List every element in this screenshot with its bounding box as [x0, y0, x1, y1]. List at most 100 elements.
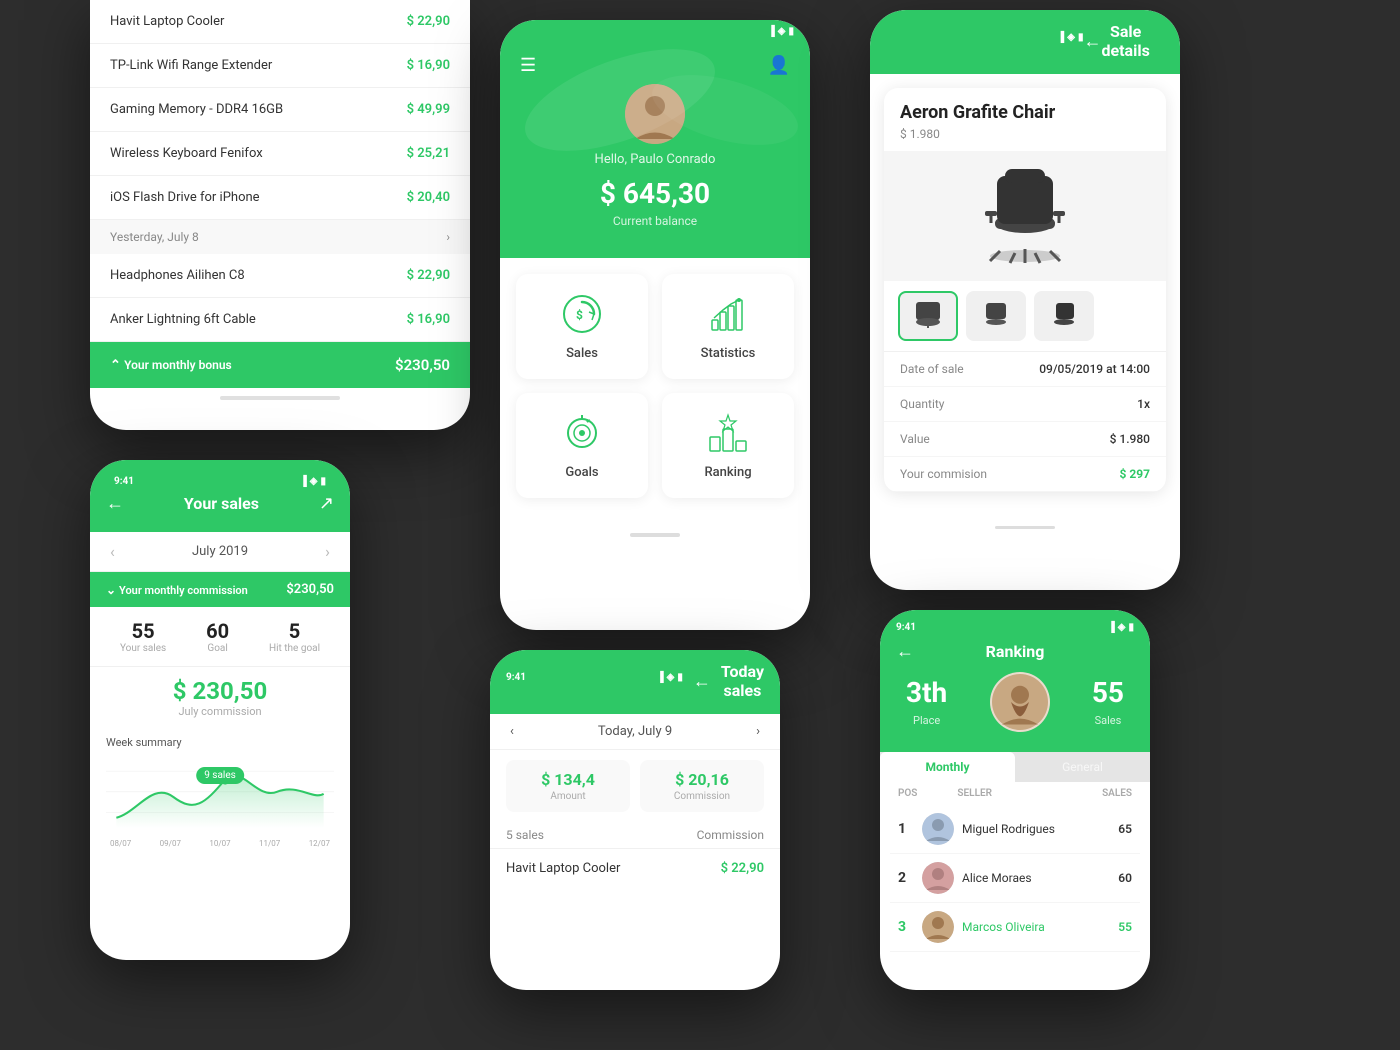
- big-commission: $ 230,50 July commission: [90, 667, 350, 728]
- scroll-indicator: [220, 396, 340, 400]
- menu-button[interactable]: ☰: [520, 55, 536, 76]
- back-button[interactable]: ←: [106, 493, 124, 514]
- phone-your-sales: 9:41 ▐ ◈ ▮ ← Your sales ↗ ‹ July 2019 › …: [90, 460, 350, 960]
- product-price: $ 22,90: [721, 861, 764, 876]
- list-item[interactable]: TP-Link Wifi Range Extender $ 16,90: [90, 44, 470, 88]
- menu-goals[interactable]: Goals: [516, 393, 648, 498]
- rank-place: 3th Place: [906, 676, 947, 728]
- screen-title: Sale details: [1101, 22, 1149, 60]
- tab-monthly[interactable]: Monthly: [880, 752, 1015, 782]
- seller-avatar: [922, 911, 954, 943]
- back-button[interactable]: ←: [693, 671, 711, 692]
- detail-label: Quantity: [900, 397, 944, 411]
- back-button[interactable]: ←: [1083, 31, 1101, 52]
- prev-month-button[interactable]: ‹: [110, 542, 115, 561]
- chevron-up-icon: ⌃ Your monthly bonus: [110, 358, 232, 373]
- greeting-text: Hello, Paulo Conrado: [500, 152, 810, 167]
- week-summary-label: Week summary: [106, 736, 334, 749]
- tab-general[interactable]: General: [1015, 752, 1150, 782]
- product-price: $ 16,90: [407, 58, 450, 73]
- signal-icon: ▐: [1057, 32, 1064, 43]
- thumbnail-3[interactable]: [1034, 291, 1094, 341]
- prev-day-button[interactable]: ‹: [510, 724, 514, 739]
- goal-number: 60: [206, 619, 229, 643]
- menu-sales[interactable]: $ Sales: [516, 274, 648, 379]
- user-profile-button[interactable]: 👤: [768, 55, 790, 76]
- user-avatar: [990, 672, 1050, 732]
- list-item[interactable]: Wireless Keyboard Fenifox $ 25,21: [90, 132, 470, 176]
- product-name: TP-Link Wifi Range Extender: [110, 58, 272, 73]
- place-label: Place: [913, 714, 940, 727]
- product-name: Headphones Ailihen C8: [110, 268, 245, 283]
- signal-icon: ▐: [1108, 622, 1115, 633]
- list-item[interactable]: Gaming Memory - DDR4 16GB $ 49,99: [90, 88, 470, 132]
- ranking-label: Ranking: [672, 465, 784, 480]
- goal-label: Goal: [206, 643, 229, 654]
- col-pos: POS: [898, 788, 917, 799]
- wifi-icon: ◈: [1067, 32, 1075, 43]
- seller-sales: 60: [1118, 871, 1132, 885]
- col-sales: SALES: [1102, 788, 1132, 799]
- thumbnail-2[interactable]: [966, 291, 1026, 341]
- product-name: Havit Laptop Cooler: [506, 861, 620, 876]
- product-list-item[interactable]: Havit Laptop Cooler $ 22,90: [490, 848, 780, 888]
- signal-icon: ▐: [300, 476, 307, 487]
- screen-title: Ranking: [914, 642, 1116, 661]
- table-row-highlighted[interactable]: 3 Marcos Oliveira 55: [890, 903, 1140, 952]
- phone-list: Havit Laptop Cooler $ 22,90 TP-Link Wifi…: [90, 0, 470, 430]
- wifi-icon: ◈: [778, 26, 786, 37]
- list-item[interactable]: Anker Lightning 6ft Cable $ 16,90: [90, 298, 470, 342]
- amount-stat: $ 134,4 Amount: [506, 760, 630, 812]
- product-price: $ 22,90: [407, 14, 450, 29]
- date-header[interactable]: Yesterday, July 8 ›: [90, 220, 470, 254]
- place-number: 3th: [906, 676, 947, 709]
- menu-ranking[interactable]: Ranking: [662, 393, 794, 498]
- current-date: Today, July 9: [598, 724, 672, 739]
- list-item[interactable]: Headphones Ailihen C8 $ 22,90: [90, 254, 470, 298]
- detail-label: Value: [900, 432, 930, 446]
- month-navigation[interactable]: ‹ July 2019 ›: [90, 532, 350, 572]
- phone-ranking: 9:41 ▐ ◈ ▮ ← Ranking 3th Place: [880, 610, 1150, 990]
- seller-avatar: [922, 862, 954, 894]
- balance-label: Current balance: [500, 214, 810, 228]
- date-label: Yesterday, July 8: [110, 230, 199, 244]
- wifi-icon: ◈: [1118, 622, 1126, 633]
- ranking-hero-section: 3th Place 55 Sales: [896, 672, 1134, 732]
- wifi-icon: ◈: [310, 476, 318, 487]
- screen-title: Today sales: [721, 662, 764, 700]
- thumbnail-1[interactable]: [898, 291, 958, 341]
- product-image: [884, 151, 1166, 281]
- table-row[interactable]: 2 Alice Moraes 60: [890, 854, 1140, 903]
- battery-icon: ▮: [1128, 622, 1134, 633]
- commission-value: $ 20,16: [646, 770, 758, 789]
- commission-row[interactable]: ⌄ Your monthly commission $230,50: [90, 572, 350, 607]
- detail-value-row: Value $ 1.980: [884, 422, 1166, 457]
- battery-icon: ▮: [788, 26, 794, 37]
- list-item[interactable]: Havit Laptop Cooler $ 22,90: [90, 0, 470, 44]
- product-price: $ 25,21: [407, 146, 450, 161]
- detail-date: Date of sale 09/05/2019 at 14:00: [884, 352, 1166, 387]
- back-button[interactable]: ←: [896, 641, 914, 662]
- hit-goal-stat: 5 Hit the goal: [269, 619, 320, 654]
- phone-dashboard: ▐ ◈ ▮ ☰ 👤 Hello, Paulo Conrado $ 645,30 …: [500, 20, 810, 630]
- detail-value: 09/05/2019 at 14:00: [1039, 362, 1150, 376]
- table-row[interactable]: 1 Miguel Rodrigues 65: [890, 805, 1140, 854]
- date-navigation[interactable]: ‹ Today, July 9 ›: [490, 714, 780, 750]
- next-day-button[interactable]: ›: [756, 724, 760, 739]
- sales-chart: 9 sales: [106, 757, 334, 837]
- today-stats-row: $ 134,4 Amount $ 20,16 Commission: [490, 750, 780, 822]
- battery-icon: ▮: [320, 476, 326, 487]
- wifi-icon: ◈: [667, 672, 675, 683]
- next-month-button[interactable]: ›: [325, 542, 330, 561]
- col-seller: SELLER: [957, 788, 1102, 799]
- detail-quantity: Quantity 1x: [884, 387, 1166, 422]
- product-name: iOS Flash Drive for iPhone: [110, 190, 260, 205]
- screen-title: Your sales: [124, 494, 319, 513]
- detail-commission: Your commision $ 297: [884, 457, 1166, 492]
- statistics-label: Statistics: [672, 346, 784, 361]
- status-time: 9:41: [114, 476, 134, 487]
- sales-number: 55: [1092, 676, 1124, 709]
- list-item[interactable]: iOS Flash Drive for iPhone $ 20,40: [90, 176, 470, 220]
- product-name: Havit Laptop Cooler: [110, 14, 224, 29]
- menu-statistics[interactable]: Statistics: [662, 274, 794, 379]
